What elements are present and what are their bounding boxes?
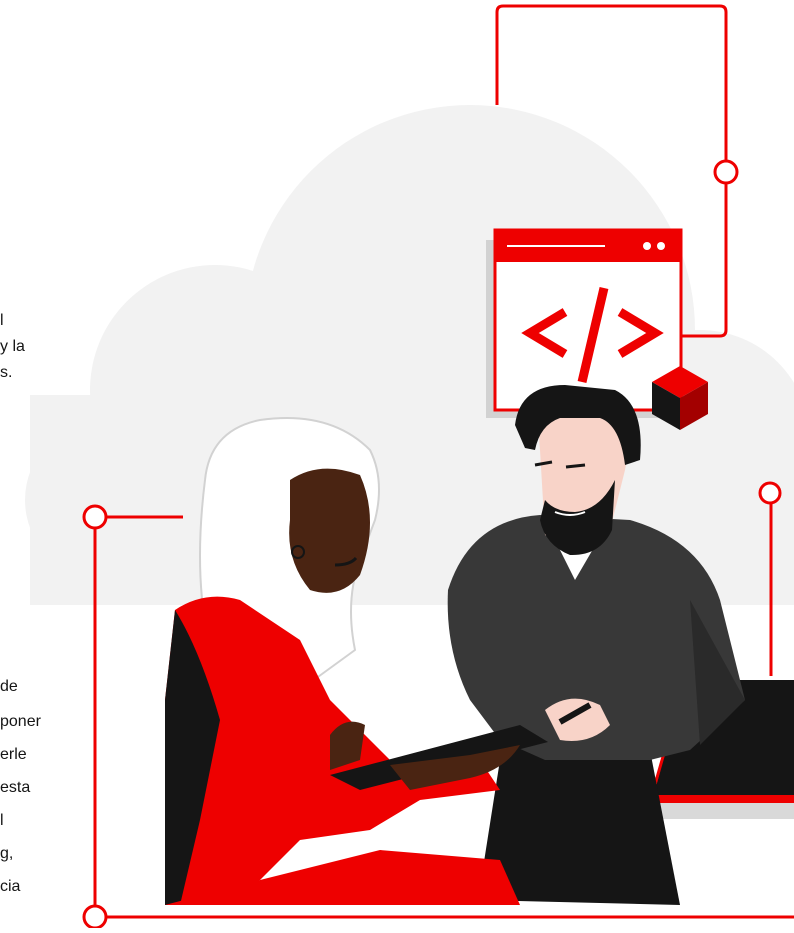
text-block-1-line-2: y la — [0, 338, 25, 355]
text-block-2-line-5: l — [0, 812, 4, 829]
illustration: l y la s. de poner erle esta l g, cia — [0, 0, 794, 930]
text-block-1-line-3: s. — [0, 364, 13, 381]
text-block-2-line-3: erle — [0, 746, 27, 763]
text-block-2-line-1: de — [0, 678, 18, 695]
text-block-2-line-6: g, — [0, 845, 14, 862]
text-block-2-line-4: esta — [0, 779, 31, 796]
text-block-1-line-1: l — [0, 312, 4, 329]
text-block-2-line-7: cia — [0, 878, 21, 895]
illustration-canvas — [25, 4, 794, 930]
text-block-2-line-2: poner — [0, 713, 41, 730]
